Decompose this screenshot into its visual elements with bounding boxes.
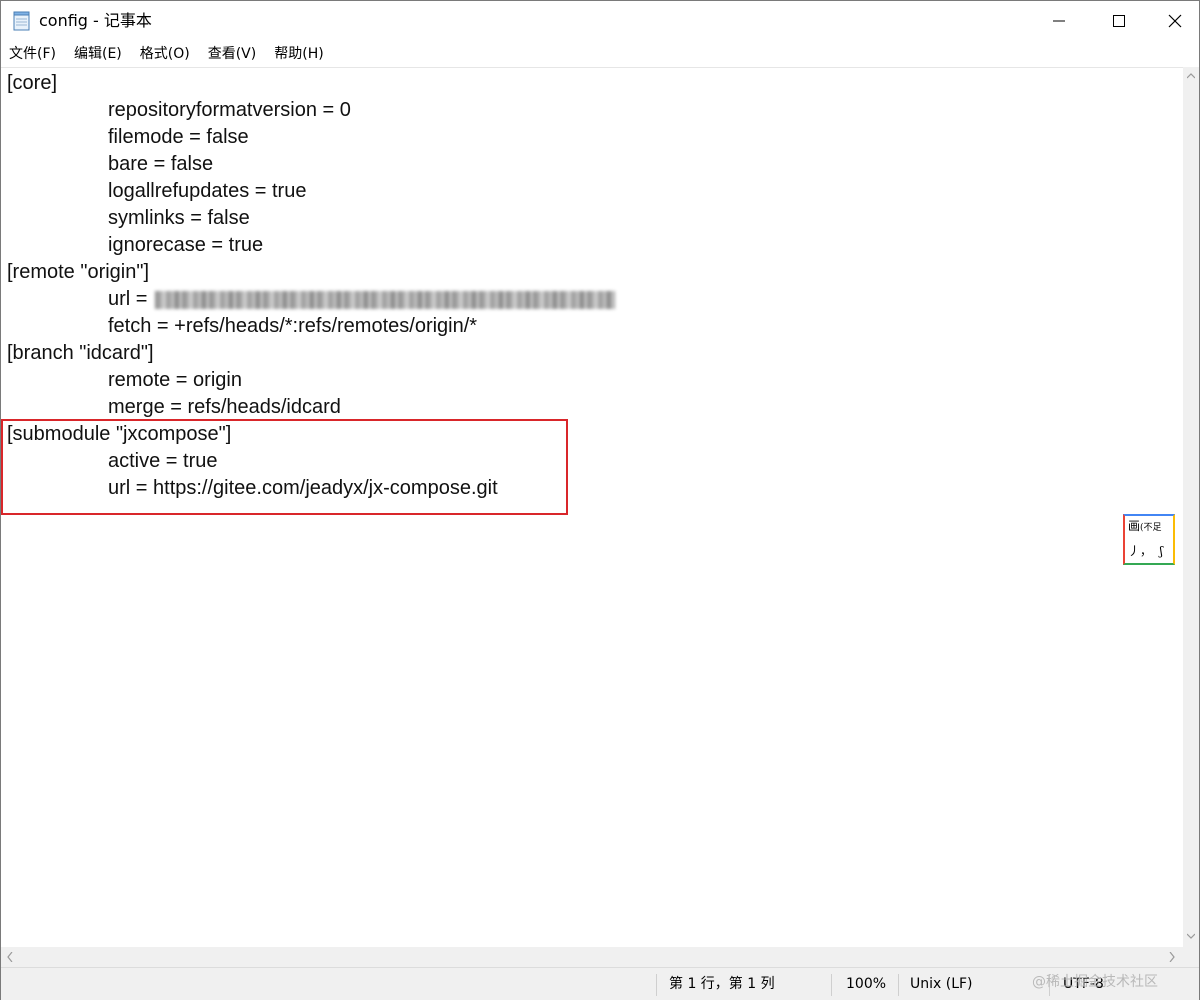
- editor-line: bare = false: [108, 153, 214, 175]
- editor-line: repositoryformatversion = 0: [108, 99, 351, 121]
- editor-line: remote = origin: [108, 369, 242, 391]
- editor-line: [remote "origin"]: [7, 261, 150, 283]
- status-position: 第 1 行，第 1 列: [669, 976, 775, 992]
- status-line-ending: Unix (LF): [910, 976, 973, 992]
- status-zoom: 100%: [846, 976, 887, 992]
- editor-line: filemode = false: [108, 126, 249, 148]
- editor-line: logallrefupdates = true: [108, 180, 307, 202]
- scroll-down-icon[interactable]: [1187, 933, 1195, 939]
- editor-line: symlinks = false: [108, 207, 250, 229]
- scrollbar-corner: [1183, 947, 1199, 967]
- highlight-box: [1, 419, 568, 515]
- ime-hint: (不足: [1140, 523, 1162, 533]
- menu-bar: 文件(F) 编辑(E) 格式(O) 查看(V) 帮助(H): [1, 41, 1199, 67]
- horizontal-scrollbar[interactable]: [1, 947, 1183, 967]
- status-divider: [831, 974, 832, 996]
- text-editor[interactable]: [core] repositoryformatversion = 0 filem…: [1, 67, 1183, 948]
- ime-bottom-row: 丿， ʃ: [1128, 544, 1163, 558]
- editor-line: ignorecase = true: [108, 234, 264, 256]
- status-divider: [898, 974, 899, 996]
- url-key: url =: [108, 288, 154, 310]
- editor-line: merge = refs/heads/idcard: [108, 396, 341, 418]
- editor-line: [core]: [7, 72, 58, 94]
- notepad-icon: [13, 11, 31, 31]
- status-divider: [656, 974, 657, 996]
- menu-file[interactable]: 文件(F): [1, 44, 65, 64]
- ime-floating-widget[interactable]: 画(不足 丿， ʃ: [1123, 514, 1175, 565]
- editor-line-url: url =: [108, 286, 616, 313]
- scroll-right-icon[interactable]: [1169, 952, 1175, 962]
- editor-line: fetch = +refs/heads/*:refs/remotes/origi…: [108, 315, 478, 337]
- minimize-icon: [1053, 20, 1065, 22]
- menu-help[interactable]: 帮助(H): [265, 44, 332, 64]
- notepad-window: config - 记事本 文件(F) 编辑(E) 格式(O) 查看(V) 帮助(…: [0, 0, 1200, 1000]
- minimize-button[interactable]: [1031, 1, 1087, 41]
- status-bar: 第 1 行，第 1 列 100% Unix (LF) UTF-8: [1, 967, 1199, 1000]
- ime-char: 画: [1128, 519, 1141, 533]
- title-bar: config - 记事本: [1, 1, 1199, 41]
- watermark: @稀土掘金技术社区: [1032, 974, 1158, 990]
- scroll-up-icon[interactable]: [1187, 73, 1195, 79]
- scroll-left-icon[interactable]: [7, 952, 13, 962]
- maximize-button[interactable]: [1091, 1, 1147, 41]
- menu-edit[interactable]: 编辑(E): [65, 44, 131, 64]
- menu-view[interactable]: 查看(V): [199, 44, 266, 64]
- close-button[interactable]: [1147, 1, 1200, 41]
- close-icon: [1168, 14, 1182, 28]
- window-title: config - 记事本: [39, 11, 152, 30]
- vertical-scrollbar[interactable]: [1183, 67, 1199, 947]
- maximize-icon: [1113, 15, 1125, 27]
- menu-format[interactable]: 格式(O): [131, 44, 199, 64]
- redacted-url: [155, 290, 616, 309]
- editor-line: [branch "idcard"]: [7, 342, 154, 364]
- ime-top-row: 画(不足: [1128, 519, 1162, 535]
